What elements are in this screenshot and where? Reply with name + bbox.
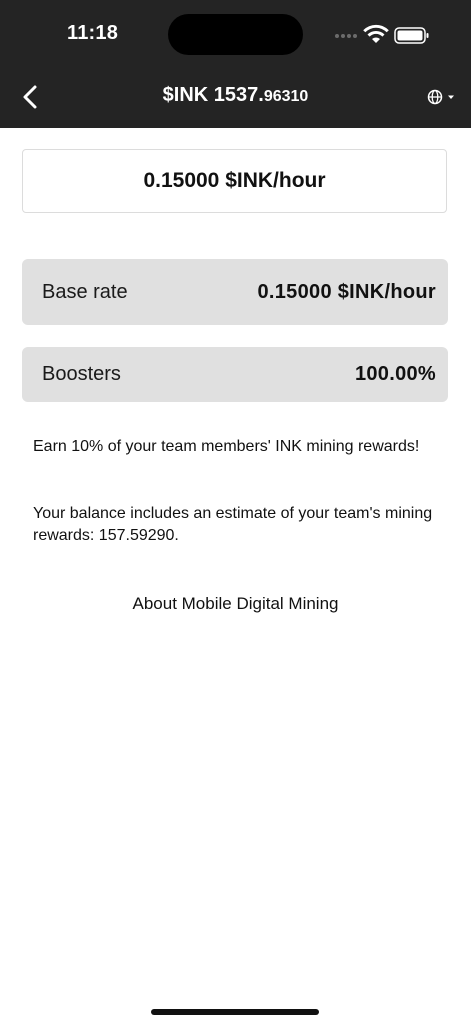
balance-fraction: 96310 — [263, 88, 309, 105]
home-indicator — [151, 1009, 319, 1015]
mining-rate-display: 0.15000 $INK/hour — [22, 149, 447, 213]
status-icons — [332, 22, 432, 48]
dynamic-island — [168, 14, 303, 55]
base-rate-value: 0.15000 $INK/hour — [257, 280, 436, 303]
balance-title: $INK 1537.96310 — [0, 84, 471, 107]
wifi-icon — [363, 24, 389, 43]
balance-main: $INK 1537. — [162, 84, 264, 106]
battery-icon — [394, 27, 429, 44]
balance-estimate-text: Your balance includes an estimate of you… — [33, 505, 433, 544]
about-mining-link[interactable]: About Mobile Digital Mining — [0, 594, 471, 614]
top-bar: 11:18 $INK 1537.96310 — [0, 0, 471, 128]
boosters-row: Boosters 100.00% — [22, 347, 448, 402]
boosters-value: 100.00% — [354, 363, 436, 385]
status-time: 11:18 — [67, 22, 119, 44]
language-button[interactable] — [424, 84, 460, 110]
boosters-label: Boosters — [42, 363, 121, 385]
status-icons-svg — [335, 24, 429, 44]
globe-icon — [427, 89, 454, 105]
base-rate-label: Base rate — [42, 280, 128, 303]
base-rate-row: Base rate 0.15000 $INK/hour — [22, 259, 448, 325]
signal-dots-icon — [335, 34, 357, 38]
team-reward-text: Earn 10% of your team members' INK minin… — [33, 438, 420, 455]
caret-down-icon — [448, 95, 454, 99]
